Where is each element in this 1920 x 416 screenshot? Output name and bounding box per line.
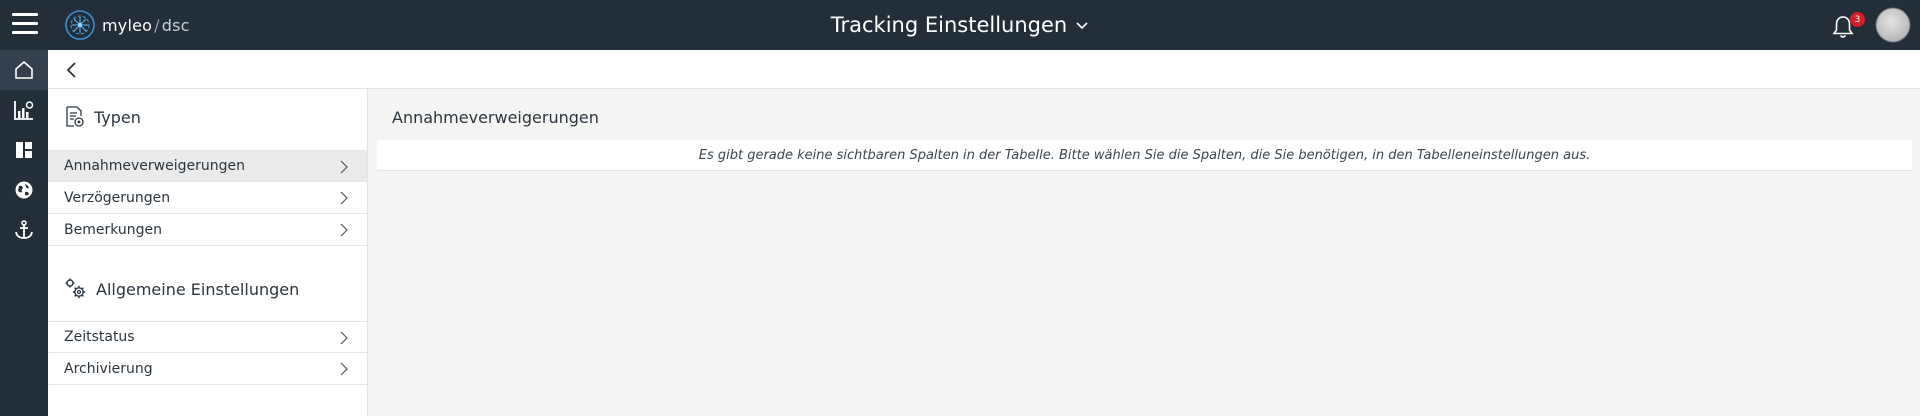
- content-title: Annahmeverweigerungen: [392, 108, 599, 127]
- page-title: Tracking Einstellungen: [830, 13, 1068, 37]
- chevron-right-icon: [340, 160, 348, 174]
- section-typen-title: Typen: [94, 107, 141, 127]
- chart-icon: [14, 101, 34, 120]
- brand-logo[interactable]: myleo / dsc: [64, 8, 190, 42]
- home-icon: [15, 61, 33, 79]
- notification-badge: 3: [1850, 12, 1865, 27]
- gears-icon: [65, 278, 86, 299]
- empty-message-text: Es gibt gerade keine sichtbaren Spalten …: [698, 147, 1591, 163]
- section-allgemein-header: Allgemeine Einstellungen: [64, 277, 299, 301]
- sidebar-item-label: Archivierung: [64, 360, 153, 377]
- rail-home[interactable]: [0, 50, 48, 90]
- globe-icon: [15, 181, 33, 199]
- section-allgemein-title: Allgemeine Einstellungen: [96, 279, 300, 299]
- brand-text: myleo / dsc: [102, 15, 190, 35]
- sidebar-item-annahmeverweigerungen[interactable]: Annahmeverweigerungen: [48, 150, 367, 182]
- settings-sidebar: Typen Annahmeverweigerungen Verzögerunge…: [48, 89, 368, 416]
- sidebar-item-label: Annahmeverweigerungen: [64, 158, 246, 174]
- chevron-right-icon: [340, 223, 348, 237]
- sidebar-item-bemerkungen[interactable]: Bemerkungen: [48, 214, 367, 246]
- top-bar: myleo / dsc Tracking Einstellungen 3: [0, 0, 1920, 50]
- rail-globe[interactable]: [0, 170, 48, 210]
- page-title-dropdown[interactable]: Tracking Einstellungen: [831, 13, 1089, 37]
- sidebar-item-label: Verzögerungen: [64, 189, 171, 206]
- logo-icon: [65, 10, 95, 40]
- chevron-down-icon: [1076, 22, 1088, 30]
- avatar[interactable]: [1876, 8, 1910, 42]
- rail-analytics[interactable]: [0, 90, 48, 130]
- rail-dashboard[interactable]: [0, 130, 48, 170]
- chevron-right-icon: [340, 362, 348, 376]
- back-bar: [48, 50, 1920, 89]
- sidebar-item-label: Zeitstatus: [64, 329, 135, 345]
- back-arrow-icon[interactable]: [62, 60, 82, 80]
- menu-icon[interactable]: [12, 13, 38, 35]
- rail-anchor[interactable]: [0, 210, 48, 250]
- sidebar-item-label: Bemerkungen: [64, 221, 163, 238]
- section-typen-header: Typen: [64, 105, 141, 129]
- anchor-icon: [15, 220, 33, 239]
- document-settings-icon: [66, 106, 84, 127]
- table-empty-message: Es gibt gerade keine sichtbaren Spalten …: [377, 140, 1912, 171]
- sidebar-item-archivierung[interactable]: Archivierung: [48, 353, 367, 385]
- chevron-right-icon: [340, 331, 348, 345]
- sidebar-item-verzoegerungen[interactable]: Verzögerungen: [48, 182, 367, 214]
- chevron-right-icon: [340, 191, 348, 205]
- sidebar-item-zeitstatus[interactable]: Zeitstatus: [48, 321, 367, 353]
- icon-rail: [0, 50, 48, 416]
- dashboard-icon: [16, 142, 32, 158]
